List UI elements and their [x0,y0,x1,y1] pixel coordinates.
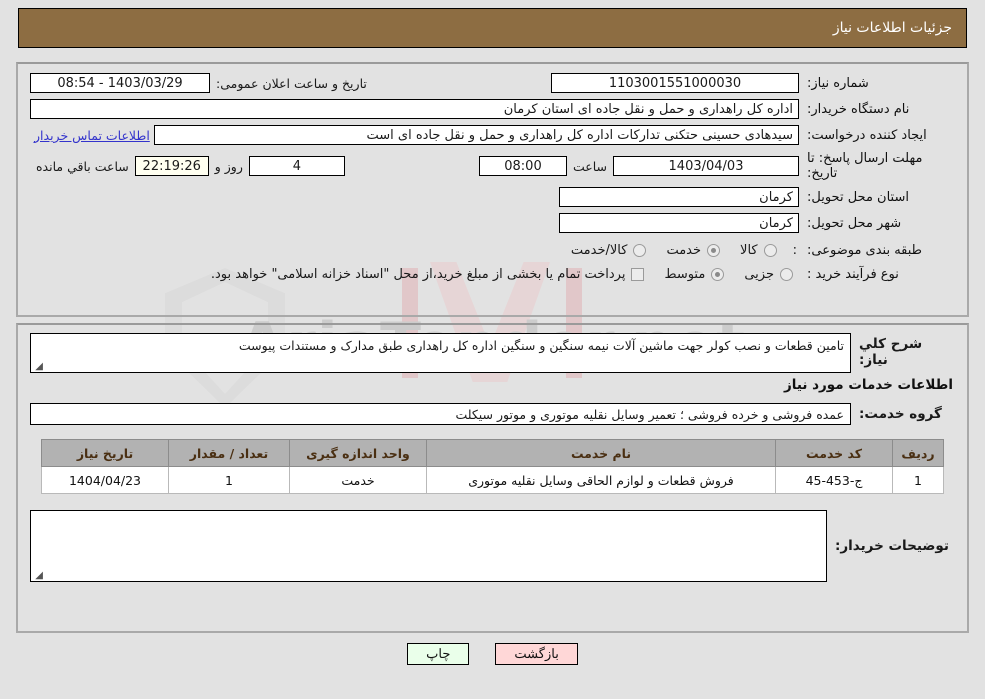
row-city: شهر محل تحویل: کرمان [18,213,967,233]
back-button[interactable]: بازگشت [495,643,578,665]
purchase-process-label: نوع فرآیند خرید : [807,267,899,282]
services-table: ردیف کد خدمت نام خدمت واحد اندازه گیری ت… [41,439,944,494]
remaining-time-suffix: ساعت باقي مانده [36,158,129,174]
services-section-heading: اطلاعات خدمات مورد نیاز [783,377,953,393]
category-label: طبقه بندی موضوعی: [807,243,923,258]
deadline-date-field: 1403/04/03 [613,156,799,176]
service-group-field: عمده فروشی و خرده فروشی ؛ تعمیر وسایل نق… [30,403,851,425]
col-name: نام خدمت [426,439,776,467]
service-group-label: گروه خدمت: [859,406,942,422]
city-label: شهر محل تحویل: [807,215,902,231]
row-purchase-process: نوع فرآیند خرید : جزیی متوسط پرداخت تمام… [18,267,967,282]
buyer-comments-label: توضیحات خریدار: [835,538,949,554]
col-date: تاریخ نیاز [41,439,169,467]
buyer-comments-field[interactable]: ◢ [30,510,827,582]
treasury-docs-label: پرداخت تمام یا بخشی از مبلغ خرید،از محل … [210,267,626,282]
need-number-field: 1103001551000030 [551,73,799,93]
announce-label: تاریخ و ساعت اعلان عمومی: [216,75,367,91]
row-request-creator: ایجاد کننده درخواست: سیدهادی حسینی حتکنی… [18,125,967,145]
page-root: جزئیات اطلاعات نیاز شماره نیاز: 11030015… [0,8,985,665]
process-radio-jozii[interactable] [780,268,793,281]
row-service-group: گروه خدمت: عمده فروشی و خرده فروشی ؛ تعم… [18,393,967,425]
process-option-label-1: متوسط [664,267,706,282]
deadline-hour-field: 08:00 [478,156,567,176]
col-code: کد خدمت [775,439,893,467]
cell-name: فروش قطعات و لوازم الحاقی وسایل نقلیه مو… [426,466,776,494]
province-field: کرمان [559,187,799,207]
buyer-contact-link[interactable]: اطلاعات تماس خریدار [30,128,154,143]
col-unit: واحد اندازه گیری [289,439,427,467]
col-quantity: تعداد / مقدار [168,439,290,467]
general-description-label: شرح کلي نیاز: [859,336,923,368]
announce-datetime-field: 1403/03/29 - 08:54 [30,73,210,93]
request-creator-field: سیدهادی حسینی حتکنی تدارکات اداره کل راه… [153,125,799,145]
row-category: طبقه بندی موضوعی: : کالا خدمت کالا/خدمت [18,243,967,258]
row-buyer-comments: توضیحات خریدار: ◢ [18,494,967,582]
cell-quantity: 1 [168,466,290,494]
category-option-label-2: کالا/خدمت [570,243,628,258]
row-need-number: شماره نیاز: 1103001551000030 تاریخ و ساع… [18,73,967,93]
remaining-days-field: 4 [248,156,345,176]
general-description-text: تامین قطعات و نصب کولر جهت ماشین آلات نی… [238,338,844,353]
remaining-days-separator: روز و [214,158,243,174]
process-option-label-0: جزیی [744,267,774,282]
category-option-label-0: کالا [740,243,758,258]
page-title: جزئیات اطلاعات نیاز [832,20,952,36]
resize-handle-icon[interactable]: ◢ [34,362,43,372]
general-description-field: تامین قطعات و نصب کولر جهت ماشین آلات نی… [30,333,851,373]
cell-date: 1404/04/23 [41,466,169,494]
table-row: 1 ج-453-45 فروش قطعات و لوازم الحاقی وسا… [41,466,944,494]
request-creator-label: ایجاد کننده درخواست: [807,127,927,143]
treasury-docs-checkbox[interactable] [631,268,645,281]
buyer-org-label: نام دستگاه خریدار: [807,101,910,117]
city-field: کرمان [559,213,799,233]
comments-resize-handle-icon[interactable]: ◢ [34,571,43,581]
row-general-description: شرح کلي نیاز: تامین قطعات و نصب کولر جهت… [18,325,967,373]
deadline-label: مهلت ارسال پاسخ: تا تاریخ: [807,151,923,181]
cell-code: ج-453-45 [775,466,893,494]
row-deadline: مهلت ارسال پاسخ: تا تاریخ: 1403/04/03 سا… [18,151,967,181]
page-header-bar: جزئیات اطلاعات نیاز [18,8,967,48]
category-radio-kala-khedmat[interactable] [633,244,647,257]
deadline-hour-label: ساعت [572,158,607,174]
category-radio-kala[interactable] [763,244,777,257]
row-buyer-org: نام دستگاه خریدار: اداره کل راهداری و حم… [18,99,967,119]
general-info-panel: شماره نیاز: 1103001551000030 تاریخ و ساع… [16,62,969,317]
table-header-row: ردیف کد خدمت نام خدمت واحد اندازه گیری ت… [41,439,944,467]
category-colon: : [792,243,797,258]
buyer-comments-text [31,511,826,519]
col-index: ردیف [892,439,944,467]
category-radio-khedmat[interactable] [707,244,721,257]
buyer-org-field: اداره کل راهداری و حمل و نقل جاده ای است… [30,99,799,119]
province-label: استان محل تحویل: [807,189,909,205]
cell-index: 1 [892,466,944,494]
remaining-time-field: 22:19:26 [134,156,209,176]
need-details-panel: شرح کلي نیاز: تامین قطعات و نصب کولر جهت… [16,323,969,633]
process-radio-motevaset[interactable] [711,268,725,281]
category-option-label-1: خدمت [666,243,702,258]
row-province: استان محل تحویل: کرمان [18,187,967,207]
cell-unit: خدمت [289,466,427,494]
action-button-row: بازگشت چاپ [0,643,985,665]
print-button[interactable]: چاپ [407,643,470,665]
need-number-label: شماره نیاز: [807,75,869,91]
